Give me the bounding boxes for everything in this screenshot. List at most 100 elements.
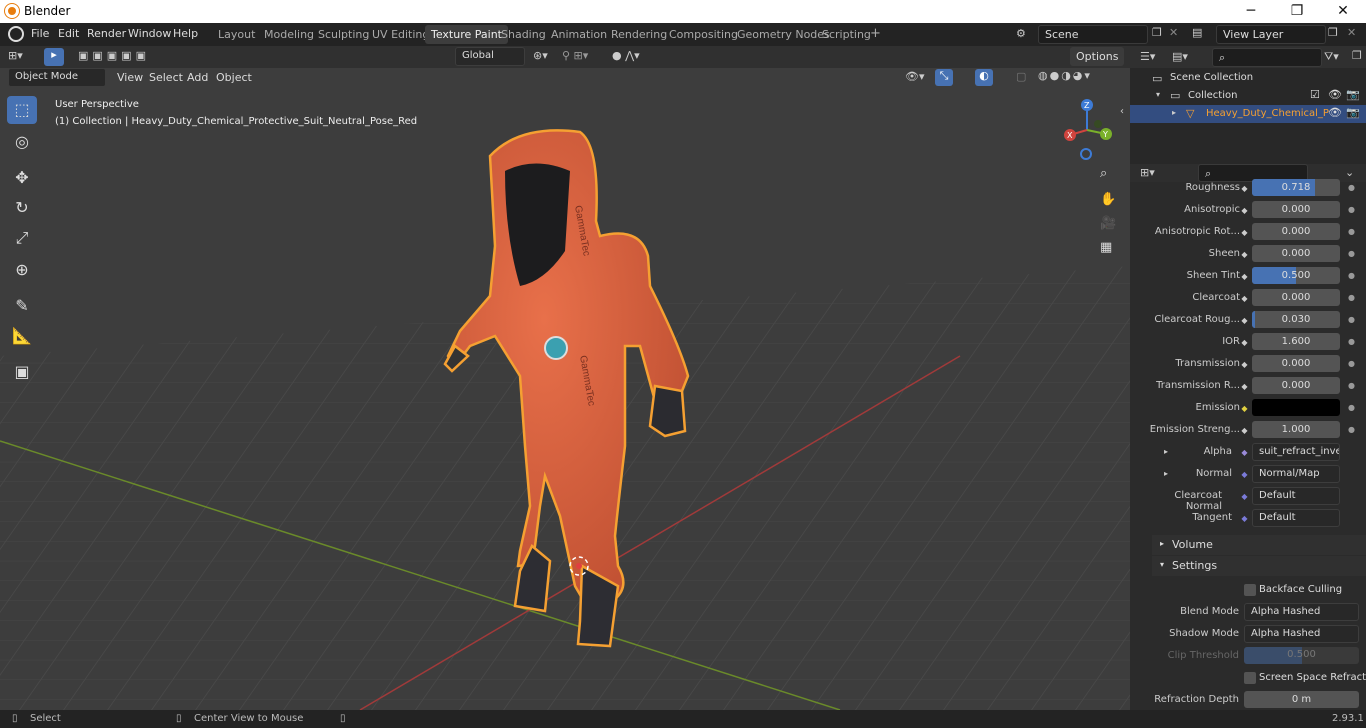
measure-tool-icon[interactable]: 📐 bbox=[7, 322, 37, 350]
property-value-field[interactable]: 1.000 bbox=[1252, 421, 1340, 438]
selection-mode-icons[interactable]: ▣▣▣▣▣ bbox=[78, 49, 150, 62]
object-expand-icon[interactable]: ▸ bbox=[1172, 108, 1176, 117]
blender-menu-icon[interactable] bbox=[8, 26, 24, 42]
property-value-field[interactable]: 0.030 bbox=[1252, 311, 1340, 328]
3d-viewport[interactable]: GammaTec GammaTec Z Y X ⌕ ✋ 🎥 ▦ ‹ User P… bbox=[0, 46, 1130, 710]
object-render-icon[interactable]: 📷 bbox=[1346, 106, 1360, 119]
settings-section[interactable]: ▾ Settings bbox=[1152, 556, 1366, 576]
new-viewlayer-icon[interactable]: ❐ bbox=[1328, 26, 1338, 39]
collapse-arrow-icon[interactable]: ‹ bbox=[1120, 106, 1124, 117]
menu-object[interactable]: Object bbox=[216, 71, 252, 84]
property-value-field[interactable]: 1.600 bbox=[1252, 333, 1340, 350]
viewlayer-field[interactable]: View Layer bbox=[1216, 25, 1326, 44]
tab-modeling[interactable]: Modeling bbox=[258, 25, 320, 44]
property-value-field[interactable]: 0.000 bbox=[1252, 377, 1340, 394]
property-value-field[interactable]: 0.718 bbox=[1252, 179, 1340, 196]
menu-file[interactable]: File bbox=[31, 27, 49, 40]
property-value-field[interactable]: 0.500 bbox=[1252, 267, 1340, 284]
outliner-search-icon[interactable]: ⌕ bbox=[1212, 48, 1322, 67]
normal-link-field[interactable]: Normal/Map bbox=[1252, 465, 1340, 483]
collection-visibility-icon[interactable]: 👁 bbox=[1328, 88, 1342, 101]
backface-checkbox[interactable] bbox=[1244, 584, 1256, 596]
property-value-field[interactable]: 0.000 bbox=[1252, 289, 1340, 306]
visibility-icon[interactable]: 👁▾ bbox=[905, 70, 925, 83]
property-value-field[interactable]: 0.000 bbox=[1252, 201, 1340, 218]
filter-icon[interactable]: ⛛▾ bbox=[1324, 50, 1339, 64]
refraction-depth-field[interactable]: 0 m bbox=[1244, 691, 1359, 708]
new-collection-icon[interactable]: ❐ bbox=[1352, 49, 1362, 62]
collection-render-icon[interactable]: 📷 bbox=[1346, 88, 1360, 101]
tab-shading[interactable]: Shading bbox=[495, 25, 552, 44]
property-value-field[interactable]: 0.000 bbox=[1252, 355, 1340, 372]
menu-render[interactable]: Render bbox=[87, 27, 126, 40]
keyframe-dot-icon[interactable]: ● bbox=[1348, 227, 1355, 236]
tab-scripting[interactable]: Scripting bbox=[816, 25, 877, 44]
collection-checkbox[interactable]: ☑ bbox=[1310, 88, 1320, 101]
mode-select[interactable]: Object Mode bbox=[8, 68, 106, 87]
xray-icon[interactable]: ▢ bbox=[1016, 70, 1026, 83]
keyframe-dot-icon[interactable]: ● bbox=[1348, 381, 1355, 390]
transform-tool-icon[interactable]: ⊕ bbox=[7, 256, 37, 284]
pivot-icon[interactable]: ⊛▾ bbox=[533, 49, 548, 62]
volume-section[interactable]: ▸ Volume bbox=[1152, 535, 1366, 555]
close-button[interactable]: ✕ bbox=[1320, 0, 1366, 23]
zoom-icon[interactable]: ⌕ bbox=[1100, 166, 1107, 181]
scene-icon[interactable]: ⚙ bbox=[1016, 27, 1026, 40]
overlay-toggle-icon[interactable]: ◐ bbox=[975, 69, 993, 86]
menu-view[interactable]: View bbox=[117, 71, 143, 84]
keyframe-dot-icon[interactable]: ● bbox=[1348, 293, 1355, 302]
keyframe-dot-icon[interactable]: ● bbox=[1348, 249, 1355, 258]
new-scene-icon[interactable]: ❐ bbox=[1152, 26, 1162, 39]
move-tool-icon[interactable]: ✥ bbox=[7, 164, 37, 192]
remove-viewlayer-icon[interactable]: ✕ bbox=[1347, 26, 1356, 39]
gizmo-toggle-icon[interactable]: ⤡ bbox=[935, 69, 953, 86]
collection-label[interactable]: Collection bbox=[1188, 90, 1237, 101]
property-value-field[interactable]: 0.000 bbox=[1252, 245, 1340, 262]
add-cube-tool-icon[interactable]: ▣ bbox=[7, 358, 37, 386]
menu-window[interactable]: Window bbox=[128, 27, 171, 40]
add-workspace-icon[interactable]: + bbox=[870, 26, 881, 41]
viewlayer-icon[interactable]: ▤ bbox=[1192, 26, 1202, 39]
shading-mode-icons[interactable]: ◍●◑◕▾ bbox=[1038, 69, 1092, 82]
object-label[interactable]: Heavy_Duty_Chemical_P bbox=[1206, 108, 1329, 119]
outliner-editor-icon[interactable]: ☰▾ bbox=[1140, 50, 1155, 63]
menu-help[interactable]: Help bbox=[173, 27, 198, 40]
tab-layout[interactable]: Layout bbox=[212, 25, 261, 44]
keyframe-dot-icon[interactable]: ● bbox=[1348, 403, 1355, 412]
keyframe-dot-icon[interactable]: ● bbox=[1348, 271, 1355, 280]
menu-add[interactable]: Add bbox=[187, 71, 208, 84]
scale-tool-icon[interactable]: ⤢ bbox=[7, 224, 37, 252]
clip-threshold-field[interactable]: 0.500 bbox=[1244, 647, 1359, 664]
tangent-field[interactable]: Default bbox=[1252, 509, 1340, 527]
remove-scene-icon[interactable]: ✕ bbox=[1169, 26, 1178, 39]
keyframe-dot-icon[interactable]: ● bbox=[1348, 425, 1355, 434]
tab-animation[interactable]: Animation bbox=[545, 25, 613, 44]
menu-select[interactable]: Select bbox=[149, 71, 183, 84]
keyframe-dot-icon[interactable]: ● bbox=[1348, 205, 1355, 214]
menu-edit[interactable]: Edit bbox=[58, 27, 79, 40]
cursor-tool-icon[interactable]: ◎ bbox=[7, 128, 37, 156]
proportional-edit-icon[interactable]: ● ⋀▾ bbox=[612, 49, 640, 62]
collection-expand-icon[interactable]: ▾ bbox=[1156, 90, 1160, 99]
snap-icon[interactable]: ⚲ ⊞▾ bbox=[562, 49, 588, 62]
blend-mode-select[interactable]: Alpha Hashed bbox=[1244, 603, 1359, 621]
navigation-gizmo[interactable]: Z Y X bbox=[1058, 98, 1116, 160]
editor-type-icon[interactable]: ⊞▾ bbox=[8, 49, 23, 62]
annotate-tool-icon[interactable]: ✎ bbox=[7, 292, 37, 320]
ssr-checkbox[interactable] bbox=[1244, 672, 1256, 684]
scene-field[interactable]: Scene bbox=[1038, 25, 1148, 44]
select-box-tool-icon[interactable]: ⬚ bbox=[7, 96, 37, 124]
outliner-object-row[interactable]: ▸ ▽ Heavy_Duty_Chemical_P 👁 📷 bbox=[1130, 105, 1366, 123]
keyframe-dot-icon[interactable]: ● bbox=[1348, 337, 1355, 346]
rotate-tool-icon[interactable]: ↻ bbox=[7, 194, 37, 222]
object-visibility-icon[interactable]: 👁 bbox=[1328, 106, 1342, 119]
alpha-link-field[interactable]: suit_refract_invert.pn bbox=[1252, 443, 1340, 461]
keyframe-dot-icon[interactable]: ● bbox=[1348, 315, 1355, 324]
shadow-mode-select[interactable]: Alpha Hashed bbox=[1244, 625, 1359, 643]
property-value-field[interactable]: 0.000 bbox=[1252, 223, 1340, 240]
select-mode-icon[interactable]: ▸ bbox=[44, 48, 64, 66]
transform-orientation-select[interactable]: Global bbox=[455, 47, 525, 66]
maximize-button[interactable]: ❐ bbox=[1274, 0, 1320, 23]
minimize-button[interactable]: ─ bbox=[1228, 0, 1274, 23]
keyframe-dot-icon[interactable]: ● bbox=[1348, 359, 1355, 368]
